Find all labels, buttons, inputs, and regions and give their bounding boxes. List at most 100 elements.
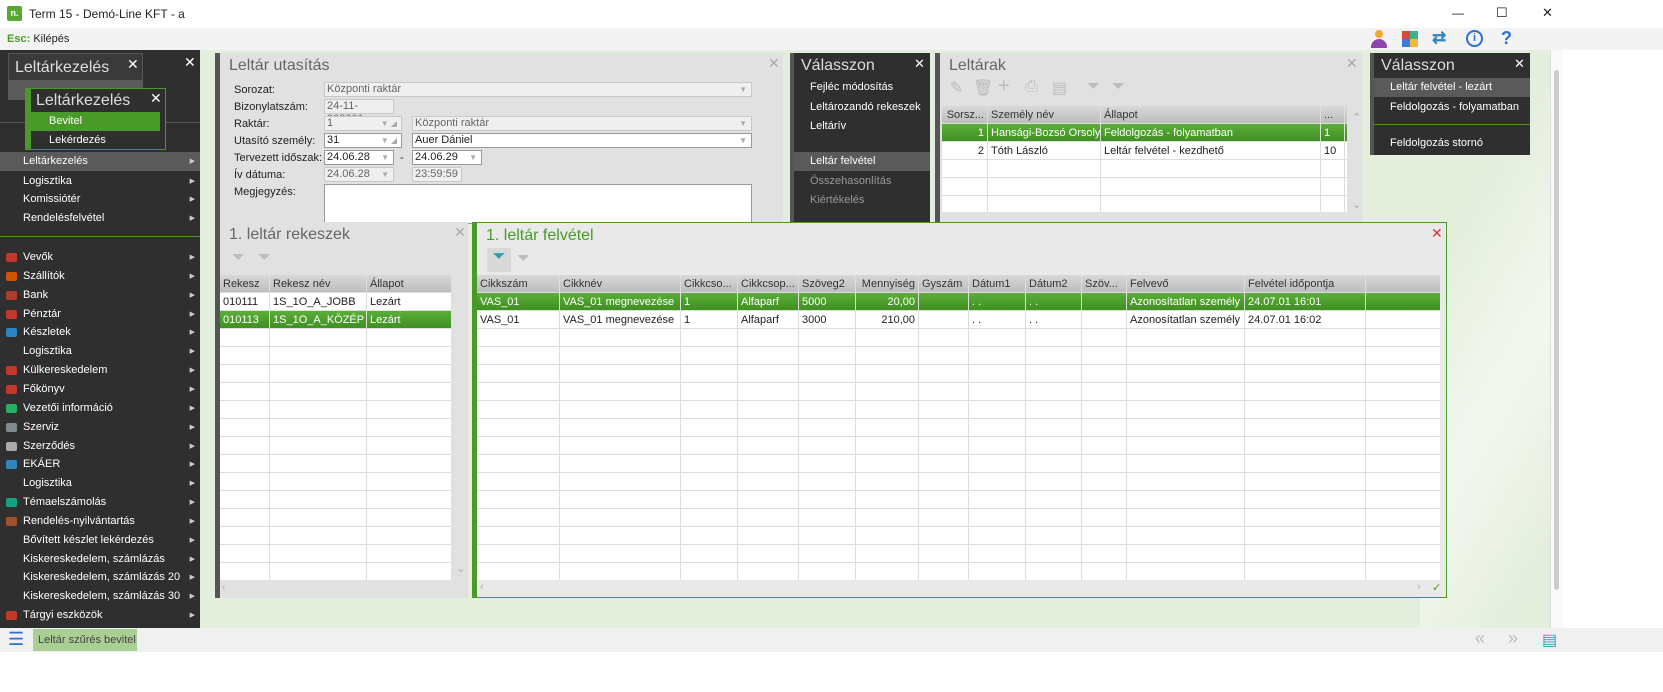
filter-icon[interactable]: ⏷ xyxy=(487,248,511,272)
scroll-left-icon[interactable]: ‹ xyxy=(222,582,225,593)
sidebar-item[interactable]: Szerviz ▶ xyxy=(0,418,200,437)
clear-filter-icon[interactable]: ⏷ xyxy=(517,250,530,268)
tab-leltar-szures-bevitel[interactable]: Leltár szűrés bevitel xyxy=(33,629,137,651)
notes-icon[interactable]: ▤ xyxy=(1542,630,1557,650)
column-header[interactable]: Szöv... xyxy=(1082,275,1127,293)
column-header[interactable]: Gyszám xyxy=(919,275,969,293)
table-row[interactable]: 010111 1S_1O_A_JOBB Lezárt xyxy=(220,293,452,311)
table-row[interactable] xyxy=(220,329,452,347)
menu-item-feldolgozas-folyamatban[interactable]: Feldolgozás - folyamatban xyxy=(1374,98,1530,117)
document-icon[interactable]: ▤ xyxy=(1052,78,1067,98)
table-row[interactable] xyxy=(477,419,1440,437)
edit-icon[interactable]: ✎ xyxy=(950,78,963,98)
maximize-button[interactable]: ☐ xyxy=(1496,5,1508,21)
close-icon[interactable]: ✕ xyxy=(1431,225,1443,242)
sidebar-item[interactable]: Készletek ▶ xyxy=(0,323,200,342)
sidebar-item[interactable]: Szállítók ▶ xyxy=(0,267,200,286)
table-row[interactable] xyxy=(942,160,1347,178)
table-row[interactable] xyxy=(477,347,1440,365)
table-row[interactable] xyxy=(477,491,1440,509)
table-row[interactable] xyxy=(220,509,452,527)
column-header[interactable]: Dátum2 xyxy=(1026,275,1082,293)
sidebar-item[interactable]: Kiskereskedelem, számlázás ▶ xyxy=(0,550,200,569)
scroll-left-icon[interactable]: ‹ xyxy=(480,581,484,593)
menu-item-feldolgozas-storno[interactable]: Feldolgozás stornó xyxy=(1374,134,1530,153)
menu-item-leltarozando-rekeszek[interactable]: Leltározandó rekeszek xyxy=(794,98,930,117)
previous-icon[interactable]: « xyxy=(1475,628,1485,649)
column-header[interactable]: Cikkszám xyxy=(477,275,560,293)
scroll-down-icon[interactable]: ⌄ xyxy=(1352,198,1361,211)
column-header[interactable]: Dátum1 xyxy=(969,275,1026,293)
delete-icon[interactable]: 🗑 xyxy=(973,78,993,98)
table-row[interactable] xyxy=(477,437,1440,455)
table-row[interactable]: 1 Hansági-Bozsó Orsolya Feldolgozás - foly… xyxy=(942,124,1347,142)
scroll-up-icon[interactable]: ⌃ xyxy=(1352,111,1361,124)
table-row[interactable] xyxy=(220,419,452,437)
sidebar-item-logisztika[interactable]: Logisztika ▶ xyxy=(0,172,200,191)
menu-item-fejlec-modositas[interactable]: Fejléc módosítás xyxy=(794,78,930,97)
sidebar-item[interactable]: Külkereskedelem ▶ xyxy=(0,361,200,380)
table-row[interactable] xyxy=(477,383,1440,401)
sidebar-item[interactable]: Bank ▶ xyxy=(0,286,200,305)
check-icon[interactable]: ✓ xyxy=(1432,581,1441,594)
sidebar-item[interactable]: Logisztika ▶ xyxy=(0,474,200,493)
table-row[interactable] xyxy=(220,401,452,419)
table-row[interactable] xyxy=(942,178,1347,196)
table-row[interactable] xyxy=(220,473,452,491)
sidebar-item-komissioter[interactable]: Komissiótér ▶ xyxy=(0,190,200,209)
help-icon[interactable]: ? xyxy=(1501,28,1512,49)
sidebar-item[interactable]: Kiskereskedelem, számlázás 30 ▶ xyxy=(0,587,200,606)
menu-item-osszehasonlitas[interactable]: Összehasonlítás xyxy=(794,172,930,191)
sidebar-item[interactable]: Kiskereskedelem, számlázás 20 ▶ xyxy=(0,568,200,587)
raktar-code-select[interactable]: 1 ▼ ◢ xyxy=(324,116,402,131)
apps-icon[interactable] xyxy=(1402,31,1418,47)
table-row[interactable] xyxy=(477,329,1440,347)
table-row[interactable] xyxy=(477,509,1440,527)
sidebar-item[interactable]: Főkönyv ▶ xyxy=(0,380,200,399)
sidebar-item[interactable]: Pénztár ▶ xyxy=(0,305,200,324)
minimize-button[interactable]: — xyxy=(1452,6,1464,20)
sidebar-item[interactable]: Vevők ▶ xyxy=(0,248,200,267)
info-icon[interactable]: i xyxy=(1466,30,1483,47)
escape-hint[interactable]: Esc: Kilépés xyxy=(7,33,69,45)
menu-item-leltar-felvetel-lezart[interactable]: Leltár felvétel - lezárt xyxy=(1374,78,1530,97)
sidebar-item[interactable]: EKÁER ▶ xyxy=(0,455,200,474)
iv-date-field[interactable]: 24.06.28 ▼ xyxy=(324,167,394,182)
sidebar-item[interactable]: Logisztika ▶ xyxy=(0,342,200,361)
sidebar-item[interactable]: Témaelszámolás ▶ xyxy=(0,493,200,512)
idoszak-from-date[interactable]: 24.06.28 ▼ xyxy=(324,150,394,165)
table-row[interactable] xyxy=(220,563,452,580)
table-row[interactable] xyxy=(477,455,1440,473)
sidebar-item[interactable]: Vezetői információ ▶ xyxy=(0,399,200,418)
utasito-name-select[interactable]: Auer Dániel ▼ xyxy=(412,133,752,148)
close-icon[interactable]: ✕ xyxy=(127,56,139,73)
filter-icon[interactable]: ⏷ xyxy=(232,249,245,267)
table-row[interactable] xyxy=(942,196,1347,212)
menu-item-kiertekeles[interactable]: Kiértékelés xyxy=(794,191,930,210)
menu-item-leltariv[interactable]: Leltárív xyxy=(794,117,930,136)
scroll-right-icon[interactable]: › xyxy=(1417,581,1421,593)
table-row[interactable]: VAS_01 VAS_01 megnevezése 1 Alfaparf 5000 20,… xyxy=(477,293,1440,311)
sorozat-select[interactable]: Központi raktár ▼ xyxy=(324,82,752,97)
scroll-down-icon[interactable]: ⌄ xyxy=(456,562,465,575)
sidebar-close-icon[interactable]: ✕ xyxy=(184,54,196,71)
table-row[interactable] xyxy=(220,455,452,473)
table-row[interactable] xyxy=(220,545,452,563)
sidebar-item-leltarkezeles[interactable]: Leltárkezelés ▶ xyxy=(0,152,200,171)
column-header[interactable]: Rekesz név xyxy=(270,275,367,293)
raktar-name-select[interactable]: Központi raktár ▼ xyxy=(412,116,752,131)
close-icon[interactable]: ✕ xyxy=(768,55,780,72)
table-row[interactable] xyxy=(477,365,1440,383)
column-header[interactable]: Mennyiség xyxy=(856,275,919,293)
table-row[interactable]: 010113 1S_1O_A_KÖZÉP Lezárt xyxy=(220,311,452,329)
hamburger-menu-icon[interactable]: ☰ xyxy=(8,629,24,650)
sidebar-item[interactable]: Szerződés ▶ xyxy=(0,437,200,456)
close-icon[interactable]: ✕ xyxy=(914,56,925,72)
megjegyzes-textarea[interactable] xyxy=(324,184,752,224)
idoszak-to-date[interactable]: 24.06.29 ▼ xyxy=(412,150,482,165)
iv-time-field[interactable]: 23:59:59 xyxy=(412,167,462,182)
column-header[interactable]: Felvevő xyxy=(1127,275,1245,293)
table-row[interactable] xyxy=(220,347,452,365)
column-header[interactable]: Cikknév xyxy=(560,275,681,293)
column-header[interactable]: Sorsz... xyxy=(942,106,988,124)
